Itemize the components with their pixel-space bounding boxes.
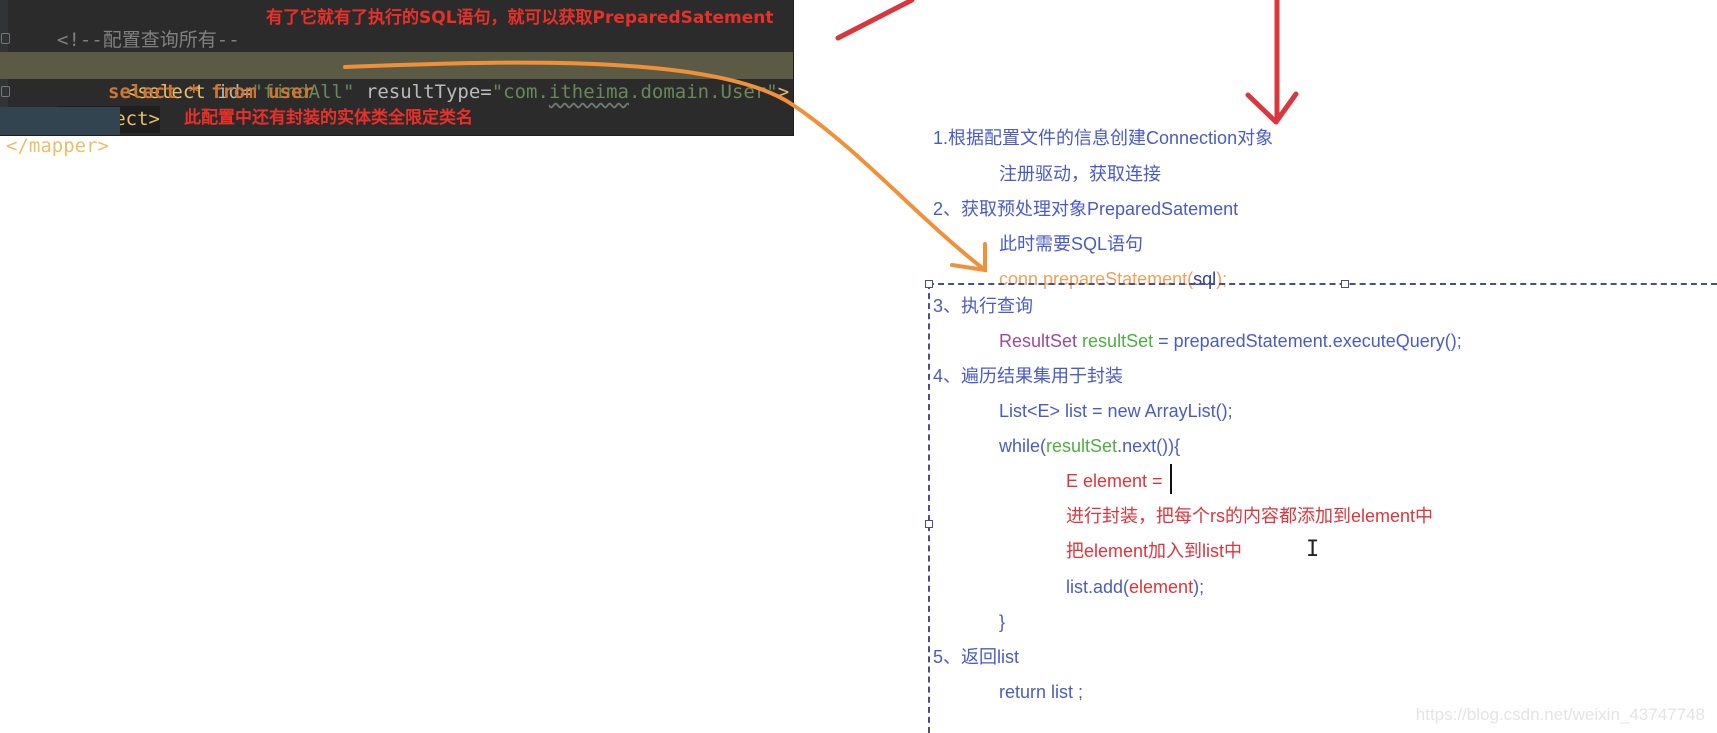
watermark: https://blog.csdn.net/weixin_43747748 — [1415, 705, 1705, 724]
resize-handle-left[interactable] — [925, 520, 933, 528]
text-caret — [1170, 464, 1172, 494]
red-arrowhead — [1245, 91, 1299, 125]
annotation-overlay — [343, 0, 1299, 273]
step-4-list: List<E> list = new ArrayList(); — [999, 401, 1233, 421]
resize-handle-top[interactable] — [1341, 280, 1349, 288]
step-2-code: conn.prepareStatement(sql); — [999, 269, 1228, 289]
step-3-code: ResultSet resultSet = preparedStatement.… — [999, 331, 1462, 351]
selection-box-left — [928, 283, 930, 733]
step-4-while: while(resultSet.next()){ — [999, 436, 1181, 456]
step-1: 1.根据配置文件的信息创建Connection对象 — [933, 128, 1274, 148]
ibeam-cursor-icon: I — [1306, 537, 1320, 562]
step-4-element: E element = — [1066, 471, 1163, 491]
red-diagonal-line — [835, 0, 915, 41]
selection-box-top — [928, 283, 1717, 285]
orange-curve-arrow — [343, 60, 987, 272]
step-4-add: list.add(element); — [1066, 577, 1205, 597]
step-1-sub: 注册驱动，获取连接 — [999, 164, 1161, 184]
step-5: 5、返回list — [933, 647, 1020, 667]
resize-handle-top-left[interactable] — [925, 280, 933, 288]
step-4-add-desc: 把element加入到list中 — [1066, 541, 1243, 561]
step-3: 3、执行查询 — [933, 296, 1034, 316]
step-5-code: return list ; — [999, 682, 1084, 702]
step-4: 4、遍历结果集用于封装 — [933, 366, 1124, 386]
step-2-sub: 此时需要SQL语句 — [999, 234, 1144, 254]
step-4-close-brace: } — [999, 612, 1006, 632]
step-2: 2、获取预处理对象PreparedSatement — [933, 199, 1239, 219]
step-4-wrap: 进行封装，把每个rs的内容都添加到element中 — [1066, 506, 1434, 526]
